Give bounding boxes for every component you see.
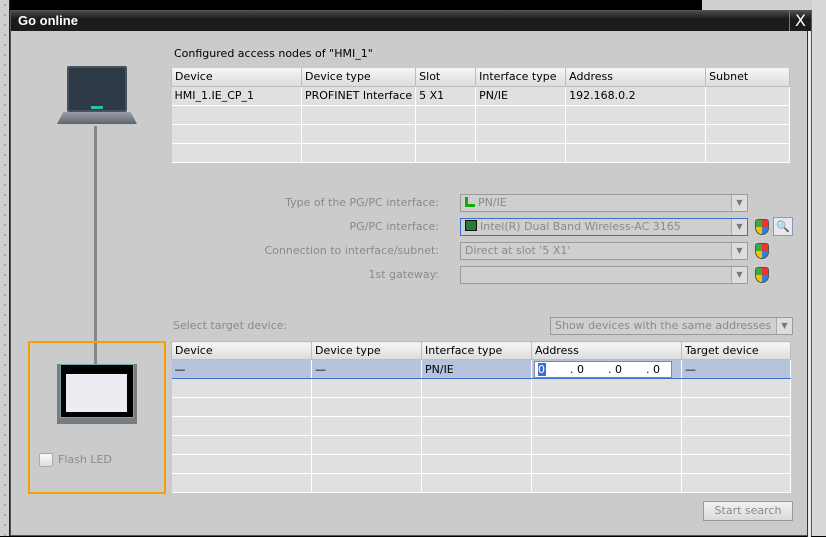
col-device[interactable]: Device: [171, 68, 302, 87]
col-device[interactable]: Device: [171, 341, 312, 360]
table-row[interactable]: [171, 124, 790, 144]
connection-dropdown[interactable]: Direct at slot '5 X1' ▼: [460, 242, 748, 260]
col-interface-type[interactable]: Interface type: [475, 68, 567, 87]
col-address[interactable]: Address: [565, 68, 707, 87]
table-row-selected[interactable]: — — PN/IE 0 . 0 . 0 . 0 —: [171, 359, 791, 379]
title-bar[interactable]: Go online: [11, 11, 811, 31]
cell-slot: 5 X1: [415, 86, 477, 106]
table-row[interactable]: [171, 435, 791, 455]
go-online-dialog: Go online X Flash LED Configured access …: [10, 10, 812, 537]
target-devices-table: Device Device type Interface type Addres…: [171, 341, 791, 493]
background-window-edge: [0, 0, 10, 536]
start-search-button[interactable]: Start search: [703, 501, 793, 521]
shield-icon[interactable]: [755, 219, 769, 235]
cell-address: 192.168.0.2: [565, 86, 707, 106]
flash-led-label: Flash LED: [58, 453, 112, 466]
chevron-down-icon[interactable]: ▼: [776, 318, 792, 334]
shield-icon[interactable]: [755, 267, 769, 283]
laptop-icon: [57, 66, 137, 130]
chevron-down-icon[interactable]: ▼: [731, 267, 747, 283]
chevron-down-icon[interactable]: ▼: [731, 195, 747, 211]
col-interface-type[interactable]: Interface type: [421, 341, 532, 360]
pgpc-dropdown[interactable]: Intel(R) Dual Band Wireless-AC 3165 ▼: [460, 218, 748, 236]
col-slot[interactable]: Slot: [415, 68, 477, 87]
cell-interface-type: PN/IE: [475, 86, 567, 106]
cell-device: HMI_1.IE_CP_1: [171, 86, 302, 106]
address-input[interactable]: 0 . 0 . 0 . 0: [534, 360, 672, 378]
configured-nodes-table: Device Device type Slot Interface type A…: [171, 68, 790, 163]
background-window: [812, 0, 826, 536]
col-target-device[interactable]: Target device: [681, 341, 791, 360]
gateway-dropdown[interactable]: ▼: [460, 266, 748, 284]
col-device-type[interactable]: Device type: [300, 68, 417, 87]
properties-search-button[interactable]: 🔍: [773, 217, 793, 236]
col-subnet[interactable]: Subnet: [705, 68, 790, 87]
network-icon: [465, 197, 475, 207]
cell-target-device: —: [681, 359, 791, 379]
table-row[interactable]: [171, 454, 791, 474]
close-button[interactable]: X: [789, 11, 811, 31]
dialog-title: Go online: [18, 13, 78, 28]
flash-led-checkbox[interactable]: [39, 453, 53, 467]
background-window: [702, 0, 812, 10]
cell-device-type: PROFINET Interface: [301, 86, 417, 106]
hmi-device-icon: [57, 364, 137, 424]
table-row[interactable]: [171, 397, 791, 417]
filter-dropdown[interactable]: Show devices with the same addresses ▼: [550, 317, 793, 335]
type-label: Type of the PG/PC interface:: [285, 196, 439, 209]
cell-interface-type: PN/IE: [421, 359, 532, 379]
table-row[interactable]: [171, 378, 791, 398]
col-address[interactable]: Address: [531, 341, 682, 360]
col-device-type[interactable]: Device type: [311, 341, 422, 360]
network-card-icon: [465, 220, 477, 231]
table-row[interactable]: [171, 143, 790, 163]
cell-subnet: [705, 86, 790, 106]
connection-line: [94, 126, 97, 364]
type-dropdown[interactable]: PN/IE ▼: [460, 194, 748, 212]
cell-device-type: —: [311, 359, 422, 379]
shield-icon[interactable]: [755, 243, 769, 259]
dialog-edge: [807, 31, 811, 537]
chevron-down-icon[interactable]: ▼: [731, 243, 747, 259]
table-row[interactable]: HMI_1.IE_CP_1 PROFINET Interface 5 X1 PN…: [171, 86, 790, 106]
gateway-label: 1st gateway:: [368, 268, 440, 281]
select-target-label: Select target device:: [173, 319, 288, 332]
table-row[interactable]: [171, 473, 791, 493]
configured-nodes-title: Configured access nodes of "HMI_1": [174, 47, 373, 60]
table-row[interactable]: [171, 416, 791, 436]
connection-label: Connection to interface/subnet:: [264, 244, 440, 257]
pgpc-label: PG/PC interface:: [349, 220, 439, 233]
chevron-down-icon[interactable]: ▼: [731, 219, 747, 235]
cell-device: —: [171, 359, 312, 379]
table-row[interactable]: [171, 105, 790, 125]
